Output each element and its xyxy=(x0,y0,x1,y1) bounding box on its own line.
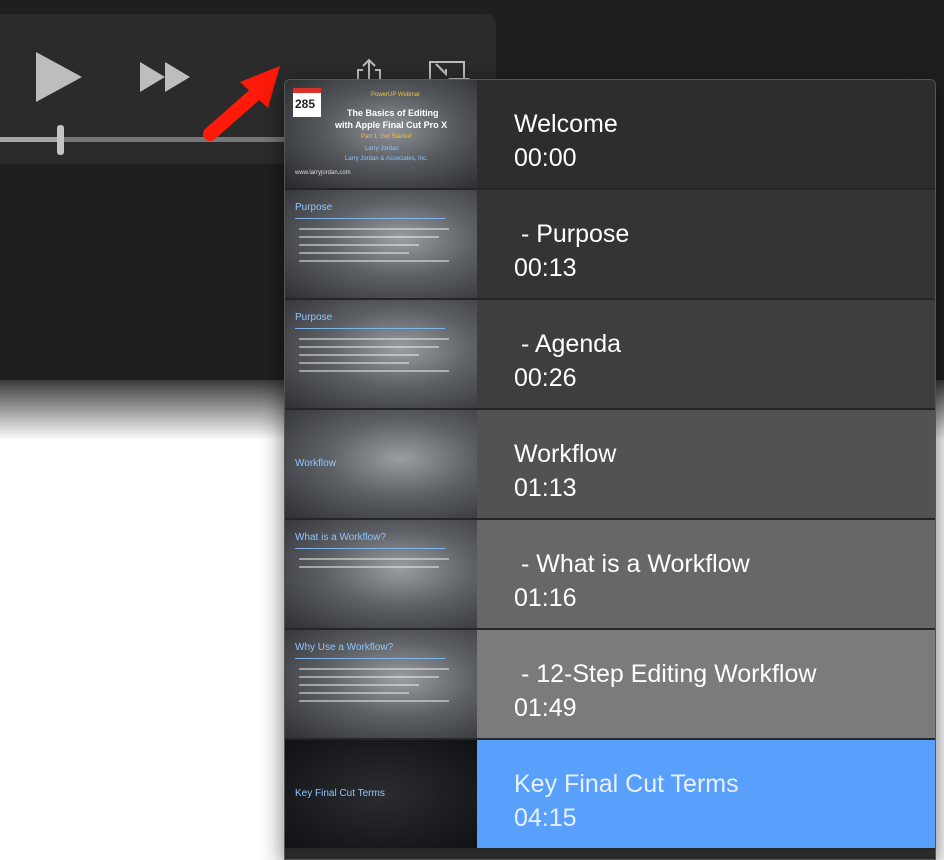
chapter-title: Key Final Cut Terms xyxy=(514,770,739,798)
fast-forward-icon[interactable] xyxy=(140,60,192,94)
thumbnail-bullet-line xyxy=(299,676,439,678)
thumbnail-bullet-line xyxy=(299,260,449,262)
chapter-item[interactable]: Purpose - Agenda 00:26 xyxy=(285,300,935,410)
chapter-label-area: - Purpose 00:13 xyxy=(477,190,935,298)
chapter-time: 01:49 xyxy=(514,694,577,722)
thumbnail-heading: Key Final Cut Terms xyxy=(295,788,385,799)
chapter-title: - 12-Step Editing Workflow xyxy=(514,660,817,688)
thumbnail-bullet-line xyxy=(299,692,409,694)
thumbnail-heading: What is a Workflow? xyxy=(295,532,386,543)
thumbnail-bullet-line xyxy=(299,252,409,254)
chapter-title: - Agenda xyxy=(514,330,622,358)
red-arrow-annotation xyxy=(203,66,280,141)
thumbnail-text: Part 1: Get Started xyxy=(361,134,412,140)
thumbnail-heading: Why Use a Workflow? xyxy=(295,642,394,653)
thumbnail-bullet-line xyxy=(299,244,419,246)
thumbnail-heading: Workflow xyxy=(295,458,336,469)
chapter-thumbnail: Purpose xyxy=(285,300,477,408)
thumbnail-rule xyxy=(295,548,445,549)
scrubber-handle[interactable] xyxy=(57,125,64,155)
chapter-thumbnail: What is a Workflow? xyxy=(285,520,477,628)
chapter-time: 00:26 xyxy=(514,364,577,392)
thumbnail-text: www.larryjordan.com xyxy=(295,170,351,176)
thumbnail-rule xyxy=(295,658,445,659)
chapter-thumbnail: Purpose xyxy=(285,190,477,298)
webinar-badge: 285 xyxy=(293,88,321,117)
thumbnail-bullet-line xyxy=(299,228,449,230)
thumbnail-text: PowerUP Webinar xyxy=(371,92,421,98)
thumbnail-text: The Basics of Editing xyxy=(347,108,439,118)
thumbnail-text: Larry Jordan & Associates, Inc. xyxy=(345,156,428,162)
thumbnail-rule xyxy=(295,328,445,329)
chapter-title: - Purpose xyxy=(514,220,630,248)
thumbnail-text: Larry Jordan xyxy=(365,146,399,152)
chapter-title: Workflow xyxy=(514,440,617,468)
thumbnail-bullet-line xyxy=(299,362,409,364)
thumbnail-bullet-line xyxy=(299,566,439,568)
chapter-label-area: - 12-Step Editing Workflow 01:49 xyxy=(477,630,935,738)
thumbnail-bullet-line xyxy=(299,370,449,372)
chapter-label-area: Workflow 01:13 xyxy=(477,410,935,518)
thumbnail-bullet-line xyxy=(299,668,449,670)
chapter-item[interactable]: Purpose - Purpose 00:13 xyxy=(285,190,935,300)
thumbnail-bullet-line xyxy=(299,346,439,348)
chapter-time: 01:13 xyxy=(514,474,577,502)
play-icon[interactable] xyxy=(34,50,84,104)
chapter-time: 00:00 xyxy=(514,144,577,172)
thumbnail-rule xyxy=(295,218,445,219)
chapter-thumbnail: Workflow xyxy=(285,410,477,518)
thumbnail-bullet-line xyxy=(299,338,449,340)
thumbnail-bullet-line xyxy=(299,684,419,686)
thumbnail-bullet-line xyxy=(299,558,449,560)
chapter-item[interactable]: Why Use a Workflow? - 12-Step Editing Wo… xyxy=(285,630,935,740)
chapter-item[interactable]: What is a Workflow? - What is a Workflow… xyxy=(285,520,935,630)
thumbnail-bullet-line xyxy=(299,354,419,356)
thumbnail-bullet-line xyxy=(299,700,449,702)
chapter-title: Welcome xyxy=(514,110,618,138)
chapter-label-area: Key Final Cut Terms 04:15 xyxy=(477,740,935,848)
scrubber-progress xyxy=(0,137,60,142)
chapter-thumbnail: Why Use a Workflow? xyxy=(285,630,477,738)
thumbnail-text: with Apple Final Cut Pro X xyxy=(335,120,448,130)
chapter-label-area: - What is a Workflow 01:16 xyxy=(477,520,935,628)
chapter-thumbnail: 285 PowerUP Webinar The Basics of Editing w… xyxy=(285,80,477,188)
thumbnail-heading: Purpose xyxy=(295,312,333,323)
chapter-time: 01:16 xyxy=(514,584,577,612)
chapter-time: 00:13 xyxy=(514,254,577,282)
chapter-label-area: - Agenda 00:26 xyxy=(477,300,935,408)
chapter-title: - What is a Workflow xyxy=(514,550,750,578)
chapter-item[interactable]: Workflow Workflow 01:13 xyxy=(285,410,935,520)
chapter-thumbnail: Key Final Cut Terms xyxy=(285,740,477,848)
chapter-time: 04:15 xyxy=(514,804,577,832)
chapter-item[interactable]: 285 PowerUP Webinar The Basics of Editing w… xyxy=(285,80,935,190)
chapter-item[interactable]: Key Final Cut Terms Key Final Cut Terms 04… xyxy=(285,740,935,850)
thumbnail-bullet-line xyxy=(299,236,439,238)
webinar-badge-number: 285 xyxy=(295,97,316,111)
thumbnail-heading: Purpose xyxy=(295,202,333,213)
chapter-label-area: Welcome 00:00 xyxy=(477,80,935,188)
chapter-menu: 285 PowerUP Webinar The Basics of Editing w… xyxy=(284,79,936,860)
